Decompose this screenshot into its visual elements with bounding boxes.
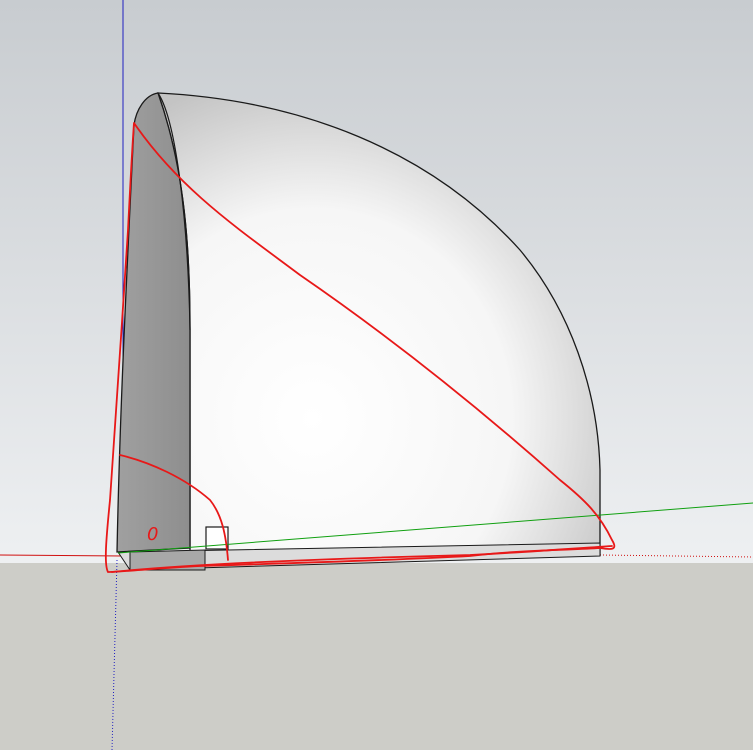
sketchup-viewport[interactable]: 0 [0, 0, 753, 750]
markup-handwritten-label: 0 [147, 524, 158, 545]
viewport-canvas[interactable]: 0 [0, 0, 753, 750]
